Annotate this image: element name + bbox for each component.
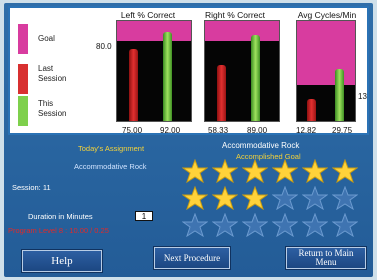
star-icon [212, 186, 238, 210]
legend-last: Last Session [18, 58, 80, 94]
legend-this-label: This Session [38, 99, 67, 118]
goal-swatch [18, 24, 28, 54]
legend-this: This Session [18, 96, 80, 130]
empty-star-icon [272, 186, 298, 210]
chart-avg-background [297, 85, 355, 121]
star-icon [182, 186, 208, 210]
last-value-label: 12.82 [296, 126, 317, 135]
this-value-label: 89.00 [247, 126, 268, 135]
star-icon [212, 159, 238, 183]
goal-value-label: 80.0 [96, 42, 112, 51]
chart-avg-title: Avg Cycles/Min [297, 10, 357, 20]
chart-right-correct: Right % Correct 58.33 89.00 [186, 8, 282, 135]
legend-goal: Goal [18, 24, 80, 54]
legend-goal-label: Goal [38, 34, 55, 43]
results-panel: Goal Last Session This Session Left % Co… [8, 6, 369, 135]
goal-value-label: 13 [358, 92, 367, 101]
program-level-text: Program Level 8 : 10.00 / 0.25 [8, 226, 109, 235]
goal-title: Accommodative Rock [222, 141, 300, 150]
next-procedure-button[interactable]: Next Procedure [154, 247, 230, 269]
star-icon [272, 159, 298, 183]
star-icon [302, 159, 328, 183]
app-window: Goal Last Session This Session Left % Co… [4, 3, 373, 277]
bar-this-session [163, 32, 172, 121]
this-session-swatch [18, 96, 28, 126]
bar-this-session [335, 69, 344, 121]
duration-label: Duration in Minutes [28, 212, 93, 221]
chart-left-plot [116, 20, 192, 122]
legend: Goal Last Session This Session [18, 24, 80, 128]
chart-right-title: Right % Correct [205, 10, 265, 20]
assignment-heading: Today's Assignment [78, 144, 145, 153]
bar-last-session [307, 99, 316, 121]
last-value-label: 58.33 [208, 126, 229, 135]
assignment-name: Accommodative Rock [74, 162, 147, 171]
chart-avg-cycles: Avg Cycles/Min 13 12.82 29.75 [276, 8, 369, 135]
legend-last-label: Last Session [38, 64, 67, 83]
empty-star-icon [302, 213, 328, 237]
bar-this-session [251, 35, 260, 121]
main-menu-button[interactable]: Return to Main Menu [286, 247, 366, 269]
star-icon [332, 159, 358, 183]
last-session-swatch [18, 64, 28, 94]
chart-right-plot [204, 20, 280, 122]
empty-star-icon [272, 213, 298, 237]
chart-left-correct: Left % Correct 80.0 75.00 92.00 [96, 8, 192, 135]
help-button[interactable]: Help [22, 250, 102, 272]
last-value-label: 75.00 [122, 126, 143, 135]
star-icon [182, 159, 208, 183]
empty-star-icon [212, 213, 238, 237]
bar-last-session [217, 65, 226, 121]
star-icon [242, 186, 268, 210]
chart-avg-plot [296, 20, 356, 122]
empty-star-icon [332, 213, 358, 237]
star-icon [242, 159, 268, 183]
empty-star-icon [302, 186, 328, 210]
chart-left-title: Left % Correct [120, 10, 176, 20]
duration-field[interactable]: 1 [135, 211, 153, 221]
empty-star-icon [332, 186, 358, 210]
empty-star-icon [182, 213, 208, 237]
session-number: Session: 11 [12, 183, 51, 192]
this-value-label: 29.75 [332, 126, 353, 135]
bar-last-session [129, 49, 138, 121]
empty-star-icon [242, 213, 268, 237]
this-value-label: 92.00 [160, 126, 181, 135]
